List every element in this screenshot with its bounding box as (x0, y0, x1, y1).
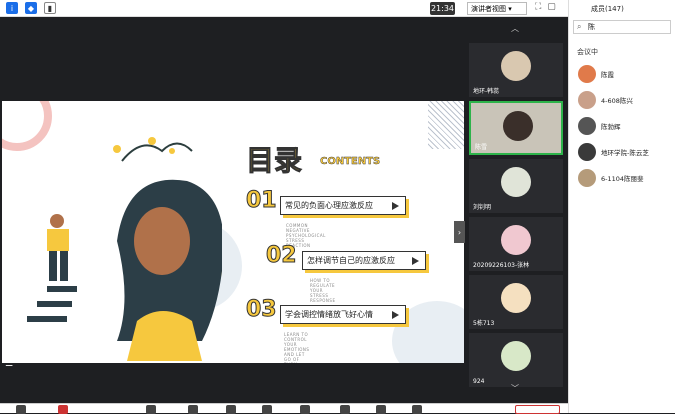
shield-icon[interactable]: ◆ (25, 2, 37, 14)
video-tile[interactable]: 刘钊明 (469, 159, 563, 213)
play-arrow-icon (392, 311, 399, 319)
search-value: 陈 (588, 23, 595, 31)
toc-text: 学会调控情绪放飞好心情 (285, 310, 373, 319)
search-icon: ⌕ (577, 22, 582, 31)
video-tile[interactable]: 地环-韩蕊 (469, 43, 563, 97)
avatar (578, 117, 596, 135)
video-tile-name: 924 (473, 378, 485, 385)
member-name: 陈勃辉 (601, 123, 621, 131)
chevron-down-icon[interactable]: ﹀ (511, 383, 519, 394)
avatar (501, 225, 531, 255)
member-search-input[interactable]: ⌕ 陈 (573, 20, 671, 34)
toc-number: 01 (246, 188, 278, 214)
members-panel: 成员(147) ⌕ 陈 会议中 陈霞 4-608陈兴 陈勃辉 地环学院-陈云芝 … (568, 0, 675, 413)
section-header: 会议中 (577, 48, 598, 56)
members-panel-title: 成员(147) (591, 4, 624, 13)
view-mode-dropdown[interactable]: 演讲者视图 ▾ (467, 2, 527, 15)
chevron-up-icon[interactable]: ︿ (511, 23, 519, 34)
toc-subtitle: LEARN TO CONTROL YOUR EMOTIONS AND LET G… (284, 332, 310, 363)
video-tile-name: 刘钊明 (473, 204, 492, 211)
bottom-toolbar (0, 403, 568, 414)
slide-title: 目录 (245, 144, 303, 178)
avatar (578, 65, 596, 83)
slide-title-en: CONTENTS (320, 156, 381, 167)
play-arrow-icon (392, 202, 399, 210)
toc-text: 常见的负面心理应激反应 (285, 201, 373, 210)
video-strip: ︿ 地环-韩蕊 陈雪 刘钊明 20209226103-张林 5栋713 924 … (466, 17, 568, 403)
member-item[interactable]: 陈霞 (569, 61, 675, 87)
window-controls[interactable]: ⛶▢ (535, 2, 562, 12)
video-tile[interactable]: 5栋713 (469, 275, 563, 329)
meeting-timer: 21:34 (430, 2, 455, 15)
member-name: 6-1104陈丽斐 (601, 175, 644, 183)
video-tile-name: 陈雪 (475, 144, 488, 151)
video-tile-name: 地环-韩蕊 (473, 88, 500, 95)
avatar (578, 91, 596, 109)
toc-number: 02 (266, 243, 298, 269)
top-toolbar: i ◆ ▮ 21:34 演讲者视图 ▾ ⛶▢ (0, 0, 568, 17)
toc-number: 03 (246, 297, 278, 323)
member-name: 陈霞 (601, 71, 614, 79)
avatar (578, 143, 596, 161)
member-item[interactable]: 6-1104陈丽斐 (569, 165, 675, 191)
list-menu-icon[interactable]: ☰ (5, 359, 13, 369)
toc-text: 怎样调节自己的应激反应 (307, 256, 395, 265)
avatar (501, 341, 531, 371)
video-tile[interactable]: 924 (469, 333, 563, 387)
member-name: 地环学院-陈云芝 (601, 149, 649, 157)
toc-subtitle: HOW TO REGULATE YOUR STRESS RESPONSE (310, 278, 336, 303)
signal-icon[interactable]: ▮ (44, 2, 56, 14)
woman-illustration (27, 137, 222, 361)
avatar (578, 169, 596, 187)
video-tile[interactable]: 20209226103-张林 (469, 217, 563, 271)
avatar (501, 283, 531, 313)
shared-screen-area: 目录 CONTENTS 01 常见的负面心理应激反应 COMMON NEGATI… (0, 17, 466, 403)
video-tile-name: 5栋713 (473, 320, 495, 327)
member-item[interactable]: 地环学院-陈云芝 (569, 139, 675, 165)
member-name: 4-608陈兴 (601, 97, 633, 105)
video-tile-active-speaker[interactable]: 陈雪 (469, 101, 563, 155)
play-arrow-icon (412, 257, 419, 265)
avatar (501, 51, 531, 81)
video-tile-name: 20209226103-张林 (473, 262, 530, 269)
member-item[interactable]: 4-608陈兴 (569, 87, 675, 113)
avatar (503, 111, 533, 141)
member-item[interactable]: 陈勃辉 (569, 113, 675, 139)
collapse-strip-button[interactable]: › (454, 221, 465, 243)
info-icon[interactable]: i (6, 2, 18, 14)
presentation-slide: 目录 CONTENTS 01 常见的负面心理应激反应 COMMON NEGATI… (2, 101, 464, 363)
dot-pattern-decoration (428, 101, 464, 149)
avatar (501, 167, 531, 197)
